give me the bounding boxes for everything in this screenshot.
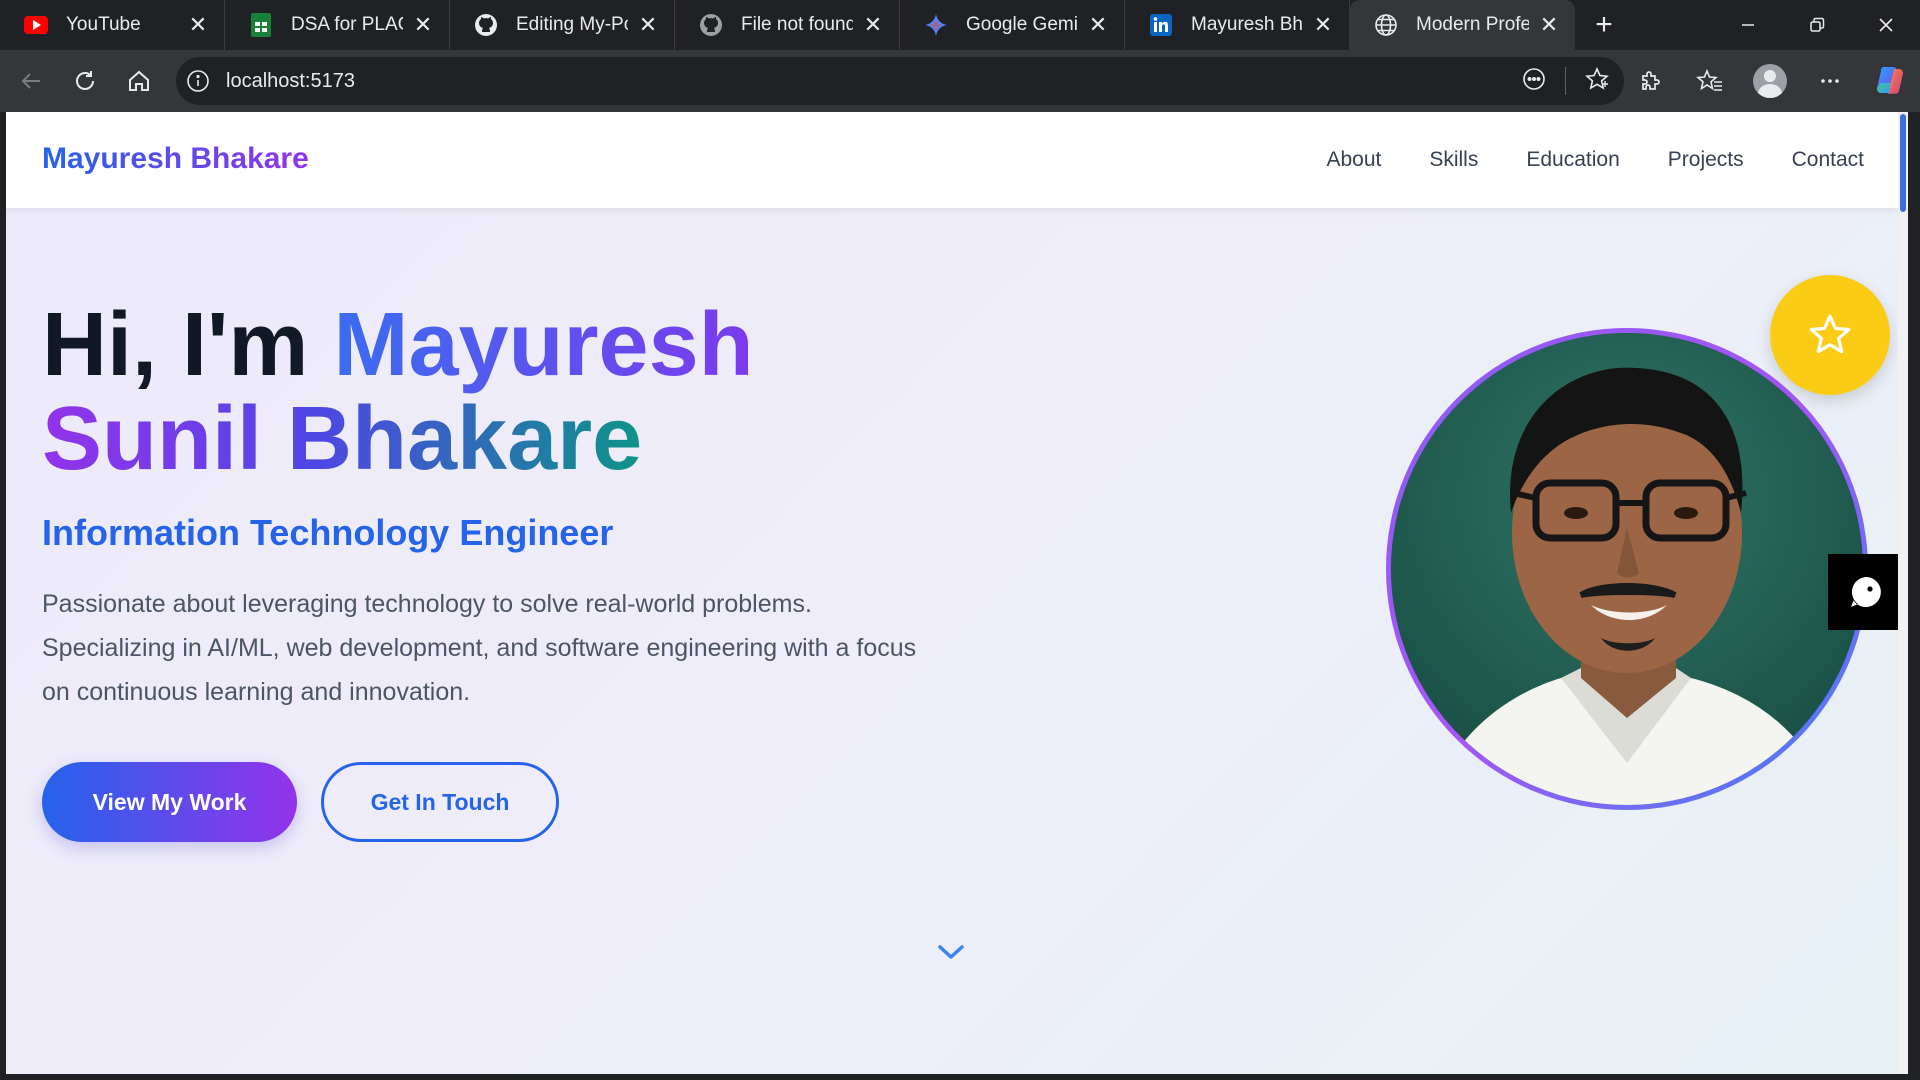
copilot-icon <box>1877 67 1903 94</box>
gemini-icon <box>924 13 948 37</box>
tab-modern-professional[interactable]: Modern Professional ✕ <box>1350 0 1575 50</box>
hero-heading: Hi, I'm Mayuresh Sunil Bhakare <box>42 298 754 486</box>
nav-projects[interactable]: Projects <box>1668 148 1744 172</box>
minimize-button[interactable] <box>1713 0 1782 50</box>
profile-photo <box>1391 333 1863 805</box>
home-button[interactable] <box>112 54 166 108</box>
hero-description: Passionate about leveraging technology t… <box>42 590 917 706</box>
close-tab-icon[interactable]: ✕ <box>861 12 885 37</box>
tab-linkedin[interactable]: Mayuresh Bhakare ✕ <box>1125 0 1350 50</box>
github-icon <box>474 13 498 37</box>
nav-skills[interactable]: Skills <box>1429 148 1478 172</box>
browser-toolbar: localhost:5173 <box>0 50 1920 112</box>
close-tab-icon[interactable]: ✕ <box>1537 12 1561 37</box>
view-my-work-button[interactable]: View My Work <box>42 762 297 842</box>
hero-subtitle: Information Technology Engineer <box>42 512 614 553</box>
site-info-icon[interactable] <box>186 69 210 93</box>
copilot-button[interactable] <box>1860 50 1920 112</box>
tab-gemini[interactable]: Google Gemini ✕ <box>900 0 1125 50</box>
tab-dsa[interactable]: DSA for PLACEMENT ✕ <box>225 0 450 50</box>
scrollbar-thumb[interactable] <box>1900 114 1906 212</box>
close-window-button[interactable] <box>1851 0 1920 50</box>
tab-youtube[interactable]: YouTube ✕ <box>0 0 225 50</box>
profile-button[interactable] <box>1740 50 1800 112</box>
divider <box>1565 67 1566 95</box>
restore-button[interactable] <box>1782 0 1851 50</box>
tab-bar: YouTube ✕ DSA for PLACEMENT ✕ Editing My… <box>0 0 1920 50</box>
close-tab-icon[interactable]: ✕ <box>636 12 660 37</box>
page-scrollbar[interactable] <box>1898 112 1908 1074</box>
toolbar-actions <box>1620 50 1920 112</box>
read-aloud-icon[interactable] <box>1521 66 1547 97</box>
chevron-down-icon[interactable] <box>936 942 966 962</box>
site-nav: About Skills Education Projects Contact <box>1326 112 1864 208</box>
chat-icon <box>1851 577 1881 607</box>
url-text[interactable]: localhost:5173 <box>226 70 355 93</box>
extensions-button[interactable] <box>1620 50 1680 112</box>
back-button[interactable] <box>4 54 58 108</box>
github-icon <box>699 13 723 37</box>
close-tab-icon[interactable]: ✕ <box>186 12 210 37</box>
nav-contact[interactable]: Contact <box>1792 148 1864 172</box>
hero-name-first: Mayuresh <box>333 295 754 395</box>
close-tab-icon[interactable]: ✕ <box>411 12 435 37</box>
youtube-icon <box>24 13 48 37</box>
favorite-star-icon[interactable] <box>1584 66 1610 97</box>
globe-icon <box>1374 13 1398 37</box>
star-icon <box>1809 314 1851 354</box>
window-controls <box>1713 0 1920 50</box>
get-in-touch-button[interactable]: Get In Touch <box>321 762 559 842</box>
close-tab-icon[interactable]: ✕ <box>1311 12 1335 37</box>
nav-about[interactable]: About <box>1326 148 1381 172</box>
favorites-button[interactable] <box>1680 50 1740 112</box>
tab-file-not-found[interactable]: File not found ✕ <box>675 0 900 50</box>
address-bar[interactable]: localhost:5173 <box>176 57 1624 105</box>
nav-education[interactable]: Education <box>1526 148 1619 172</box>
site-logo[interactable]: Mayuresh Bhakare <box>42 142 309 176</box>
linkedin-icon <box>1149 13 1173 37</box>
site-header: Mayuresh Bhakare About Skills Education … <box>6 112 1898 208</box>
sheets-icon <box>249 13 273 37</box>
star-badge <box>1770 275 1890 395</box>
hero-name-rest: Sunil Bhakare <box>42 389 643 489</box>
close-tab-icon[interactable]: ✕ <box>1086 12 1110 37</box>
hero-greeting: Hi, I'm <box>42 295 309 395</box>
reload-button[interactable] <box>58 54 112 108</box>
avatar <box>1753 64 1787 98</box>
profile-photo-frame <box>1386 328 1868 810</box>
new-tab-button[interactable]: + <box>1579 0 1629 50</box>
page-viewport: Mayuresh Bhakare About Skills Education … <box>6 112 1908 1074</box>
tab-editing-portfolio[interactable]: Editing My-Portfolio ✕ <box>450 0 675 50</box>
more-menu-button[interactable] <box>1800 50 1860 112</box>
chat-widget-button[interactable] <box>1828 554 1904 630</box>
